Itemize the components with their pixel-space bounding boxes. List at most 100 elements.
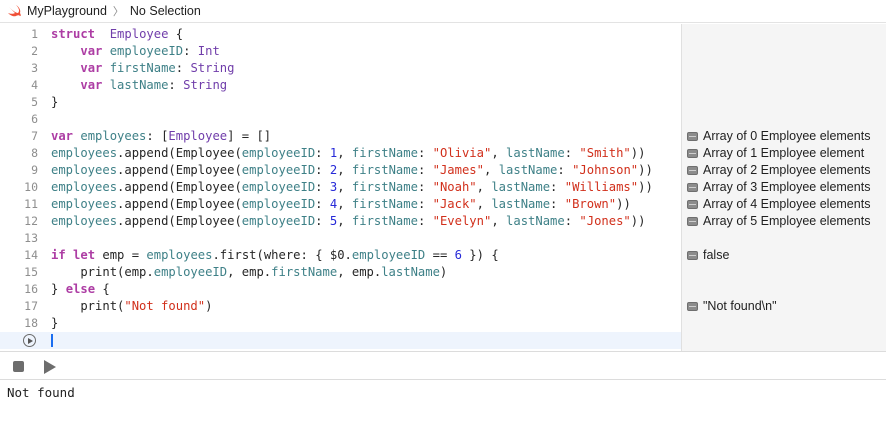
code-token: : xyxy=(315,146,330,160)
result-entry[interactable]: Array of 5 Employee elements xyxy=(687,213,870,230)
code-token: .first(where: { $0. xyxy=(212,248,352,262)
result-entry[interactable]: false xyxy=(687,247,729,264)
code-line[interactable]: 15 print(emp.employeeID, emp.firstName, … xyxy=(0,264,681,281)
result-text: Array of 3 Employee elements xyxy=(703,180,871,194)
result-text: Array of 0 Employee elements xyxy=(703,129,871,143)
code-line[interactable]: 3 var firstName: String xyxy=(0,60,681,77)
code-token: } xyxy=(51,95,59,109)
code-token: firstName xyxy=(351,146,418,160)
quick-look-icon[interactable] xyxy=(687,166,698,175)
code-text: print("Not found") xyxy=(51,298,212,315)
code-token: lastName xyxy=(506,146,565,160)
breadcrumb-project[interactable]: MyPlayground xyxy=(27,4,107,18)
console-area[interactable]: Not found xyxy=(0,380,886,440)
result-entry[interactable]: "Not found\n" xyxy=(687,298,777,315)
code-line[interactable]: 14 if let emp = employees.first(where: { … xyxy=(0,247,681,264)
code-line[interactable]: 2 var employeeID: Int xyxy=(0,43,681,60)
code-line[interactable]: 18} xyxy=(0,315,681,332)
code-token: Employee xyxy=(109,27,169,41)
code-text: var employees: [Employee] = [] xyxy=(51,128,271,145)
console-output: Not found xyxy=(7,385,75,400)
quick-look-icon[interactable] xyxy=(687,149,698,158)
code-line[interactable]: 6 xyxy=(0,111,681,128)
line-number: 12 xyxy=(24,214,38,228)
code-line[interactable]: 9 employees.append(Employee(employeeID: 2… xyxy=(0,162,681,179)
code-token: : xyxy=(550,197,565,211)
code-token: "Brown" xyxy=(564,197,617,211)
code-token: firstName xyxy=(351,180,418,194)
code-token: : xyxy=(564,214,580,228)
code-token: "Evelyn" xyxy=(432,214,492,228)
chevron-right-icon: 〉 xyxy=(112,6,124,18)
code-token: , xyxy=(491,214,507,228)
code-line[interactable]: 11 employees.append(Employee(employeeID: … xyxy=(0,196,681,213)
code-token: : xyxy=(564,146,580,160)
code-token: "Jack" xyxy=(432,197,477,211)
code-token: )) xyxy=(638,163,653,177)
code-line[interactable]: 4 var lastName: String xyxy=(0,77,681,94)
result-entry[interactable]: Array of 2 Employee elements xyxy=(687,162,870,179)
title-bar: MyPlayground 〉 No Selection xyxy=(0,0,886,23)
quick-look-icon[interactable] xyxy=(687,251,698,260)
code-line[interactable]: 16 } else { xyxy=(0,281,681,298)
code-token: .append(Employee( xyxy=(117,163,242,177)
code-token: }) { xyxy=(461,248,499,262)
code-line[interactable]: 13 xyxy=(0,230,681,247)
code-text: } else { xyxy=(51,281,110,298)
code-line[interactable]: 10 employees.append(Employee(employeeID: … xyxy=(0,179,681,196)
code-token: employeeID xyxy=(351,248,426,262)
code-token: "Smith" xyxy=(579,146,631,160)
line-number: 9 xyxy=(31,163,38,177)
code-line[interactable]: 8 employees.append(Employee(employeeID: 1… xyxy=(0,145,681,162)
result-entry[interactable]: Array of 3 Employee elements xyxy=(687,179,870,196)
code-token: else xyxy=(65,282,96,296)
code-token: var xyxy=(80,44,103,58)
result-entry[interactable]: Array of 1 Employee element xyxy=(687,145,864,162)
result-text: Array of 5 Employee elements xyxy=(703,214,871,228)
code-text: employees.append(Employee(employeeID: 4,… xyxy=(51,196,631,213)
line-number: 7 xyxy=(31,129,38,143)
quick-look-icon[interactable] xyxy=(687,132,698,141)
code-token: Employee xyxy=(168,129,228,143)
code-token: )) xyxy=(630,214,646,228)
result-entry[interactable]: Array of 4 Employee elements xyxy=(687,196,870,213)
code-text: if let emp = employees.first(where: { $0… xyxy=(51,247,499,264)
code-token: .append(Employee( xyxy=(117,214,242,228)
stop-button[interactable] xyxy=(13,361,24,372)
code-line[interactable]: 7 var employees: [Employee] = [] xyxy=(0,128,681,145)
code-token: , xyxy=(337,214,352,228)
code-line[interactable]: 12 employees.append(Employee(employeeID: … xyxy=(0,213,681,230)
code-token: employeeID xyxy=(241,180,316,194)
current-line[interactable] xyxy=(0,332,681,349)
quick-look-icon[interactable] xyxy=(687,302,698,311)
quick-look-icon[interactable] xyxy=(687,217,698,226)
code-token: ) xyxy=(439,265,448,279)
code-line[interactable]: 5} xyxy=(0,94,681,111)
quick-look-icon[interactable] xyxy=(687,183,698,192)
code-text: var firstName: String xyxy=(51,60,234,77)
code-token: emp = xyxy=(95,248,147,262)
run-playground-button[interactable] xyxy=(44,360,56,374)
breadcrumb-selection[interactable]: No Selection xyxy=(130,4,201,18)
code-token: employeeID xyxy=(241,197,316,211)
code-token: employees xyxy=(51,163,118,177)
code-token: : xyxy=(557,163,573,177)
code-token: : xyxy=(315,197,330,211)
line-number: 4 xyxy=(31,78,38,92)
line-number: 8 xyxy=(31,146,38,160)
line-number: 16 xyxy=(24,282,38,296)
code-token: employeeID xyxy=(241,163,316,177)
code-token: , xyxy=(337,197,352,211)
code-token: } xyxy=(51,316,59,330)
code-token: : xyxy=(417,146,433,160)
run-to-line-button[interactable] xyxy=(23,334,36,347)
result-entry[interactable]: Array of 0 Employee elements xyxy=(687,128,870,145)
code-editor[interactable]: 1 struct Employee {2 var employeeID: Int 3… xyxy=(0,24,681,351)
code-line[interactable]: 1 struct Employee { xyxy=(0,26,681,43)
code-line[interactable]: 17 print("Not found") xyxy=(0,298,681,315)
quick-look-icon[interactable] xyxy=(687,200,698,209)
code-token: , xyxy=(337,180,352,194)
